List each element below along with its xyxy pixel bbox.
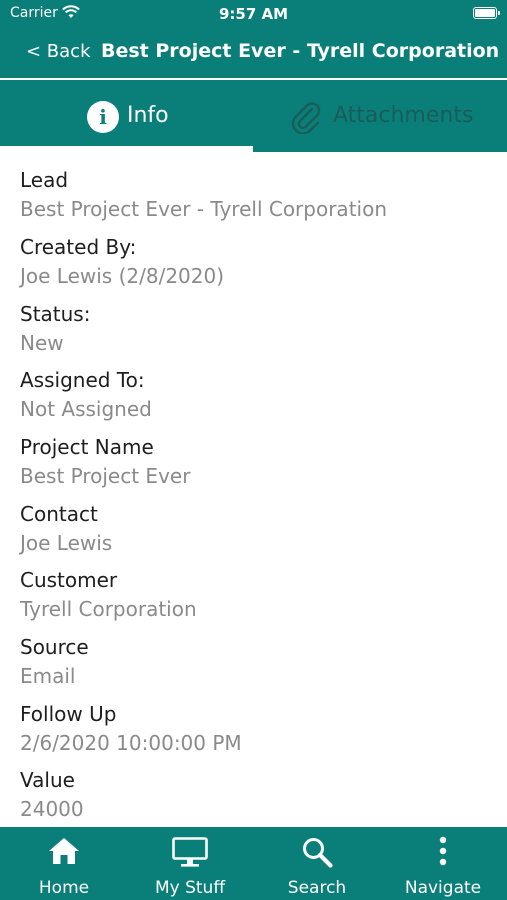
tab-home[interactable]: Home [14, 827, 114, 900]
field-assigned-to: Assigned To: Not Assigned [20, 367, 152, 422]
tab-search[interactable]: Search [267, 827, 367, 900]
tab-navigate[interactable]: Navigate [393, 827, 493, 900]
page-title: Best Project Ever - Tyrell Corporation [101, 40, 500, 62]
field-source: Source Email [20, 634, 89, 689]
tab-my-stuff[interactable]: My Stuff [140, 827, 240, 900]
info-icon: i [87, 101, 119, 133]
field-label: Customer [20, 568, 118, 592]
segmented-tabs: i Info Attachments [0, 80, 507, 152]
field-contact: Contact Joe Lewis [20, 501, 112, 556]
field-lead: Lead Best Project Ever - Tyrell Corporat… [20, 167, 387, 222]
field-project-name: Project Name Best Project Ever [20, 434, 190, 489]
field-value: Not Assigned [20, 397, 152, 421]
field-value: Best Project Ever [20, 464, 191, 488]
field-value: Tyrell Corporation [20, 597, 197, 621]
navigation-bar: < Back Best Project Ever - Tyrell Corpor… [0, 28, 507, 78]
field-value: 2/6/2020 10:00:00 PM [20, 731, 242, 755]
field-label: Source [20, 635, 89, 659]
field-value: Value 24000 [20, 767, 84, 822]
tab-attachments-label: Attachments [333, 103, 474, 128]
tab-info[interactable]: i Info [0, 80, 253, 152]
field-customer: Customer Tyrell Corporation [20, 567, 197, 622]
more-vertical-icon [439, 836, 447, 866]
lead-details: Lead Best Project Ever - Tyrell Corporat… [0, 152, 507, 827]
field-status: Status: New [20, 301, 90, 356]
field-label: Follow Up [20, 702, 117, 726]
tab-search-label: Search [287, 878, 347, 898]
status-bar: Carrier 9:57 AM [0, 0, 507, 28]
battery-icon [473, 7, 500, 19]
field-value: 24000 [20, 797, 84, 821]
field-follow-up: Follow Up 2/6/2020 10:00:00 PM [20, 701, 242, 756]
back-button[interactable]: < Back [26, 41, 91, 62]
paperclip-icon [290, 100, 322, 138]
monitor-icon [172, 837, 208, 867]
field-label: Project Name [20, 435, 154, 459]
field-label: Contact [20, 502, 98, 526]
search-icon [303, 838, 333, 868]
field-label: Lead [20, 168, 69, 192]
field-label: Assigned To: [20, 368, 145, 392]
tab-home-label: Home [38, 878, 90, 898]
field-label: Status: [20, 302, 91, 326]
field-label: Created By: [20, 235, 137, 259]
field-value: Best Project Ever - Tyrell Corporation [20, 197, 388, 221]
field-value: Joe Lewis [20, 531, 113, 555]
field-label: Value [20, 768, 75, 792]
field-created-by: Created By: Joe Lewis (2/8/2020) [20, 234, 224, 289]
tab-navigate-label: Navigate [404, 878, 482, 898]
tab-my-stuff-label: My Stuff [154, 878, 226, 898]
field-value: Joe Lewis (2/8/2020) [20, 264, 225, 288]
home-icon [49, 838, 79, 864]
field-value: New [20, 331, 64, 355]
clock: 9:57 AM [218, 5, 289, 23]
field-value: Email [20, 664, 76, 688]
tab-attachments[interactable]: Attachments [254, 80, 507, 152]
tab-info-label: Info [127, 103, 169, 128]
bottom-tab-bar: Home My Stuff Search Navigate [0, 827, 507, 900]
